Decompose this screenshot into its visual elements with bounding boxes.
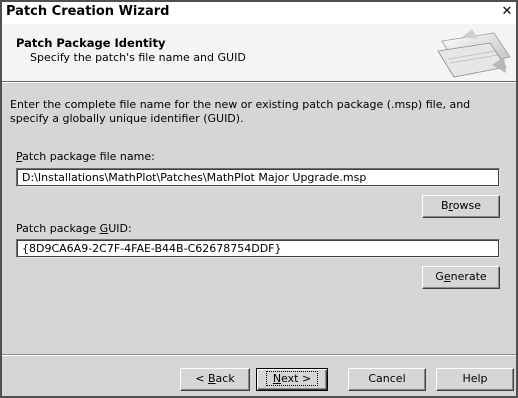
browse-button-label-post: owse: [452, 199, 482, 212]
footer-separator: [2, 354, 516, 356]
file-name-label: Patch package file name:: [16, 150, 155, 163]
page-title: Patch Package Identity: [16, 36, 166, 50]
browse-button[interactable]: Browse: [422, 195, 500, 218]
back-button-mnemonic: B: [208, 372, 216, 385]
guid-label: Patch package GUID:: [16, 222, 132, 235]
next-button-label: ext >: [281, 372, 312, 385]
file-name-label-text: atch package file name:: [22, 150, 155, 163]
guid-label-pre: Patch package: [16, 222, 100, 235]
wizard-header: Patch Package Identity Specify the patch…: [2, 24, 516, 82]
file-name-input[interactable]: D:\Installations\MathPlot\Patches\MathPl…: [16, 168, 500, 187]
window-title: Patch Creation Wizard: [6, 4, 170, 19]
guid-label-post: UID:: [108, 222, 132, 235]
generate-button-label-pre: G: [435, 270, 444, 283]
guid-label-mnemonic: G: [99, 222, 109, 235]
wizard-window: Patch Creation Wizard ✕ Patch Package Id…: [0, 0, 518, 398]
back-button-label-pre: <: [195, 372, 208, 385]
back-button[interactable]: < Back: [180, 368, 250, 391]
generate-button-label-post: nerate: [450, 270, 487, 283]
next-button-focus: Next >: [265, 371, 319, 386]
generate-button[interactable]: Generate: [422, 266, 500, 289]
generate-button-mnemonic: e: [443, 270, 451, 283]
help-button[interactable]: Help: [436, 368, 514, 391]
next-button[interactable]: Next >: [256, 368, 328, 391]
guid-input[interactable]: {8D9CA6A9-2C7F-4FAE-B44B-C62678754DDF}: [16, 239, 500, 258]
back-button-label-post: ack: [215, 372, 235, 385]
close-icon[interactable]: ✕: [498, 2, 516, 22]
cancel-button[interactable]: Cancel: [348, 368, 426, 391]
instructions-text: Enter the complete file name for the new…: [10, 98, 471, 125]
browse-button-label-pre: B: [440, 199, 449, 212]
wizard-banner-graphic-icon: [437, 29, 511, 78]
title-bar[interactable]: Patch Creation Wizard ✕: [2, 2, 516, 25]
page-subtitle: Specify the patch's file name and GUID: [30, 51, 246, 64]
next-button-mnemonic: N: [272, 372, 282, 385]
